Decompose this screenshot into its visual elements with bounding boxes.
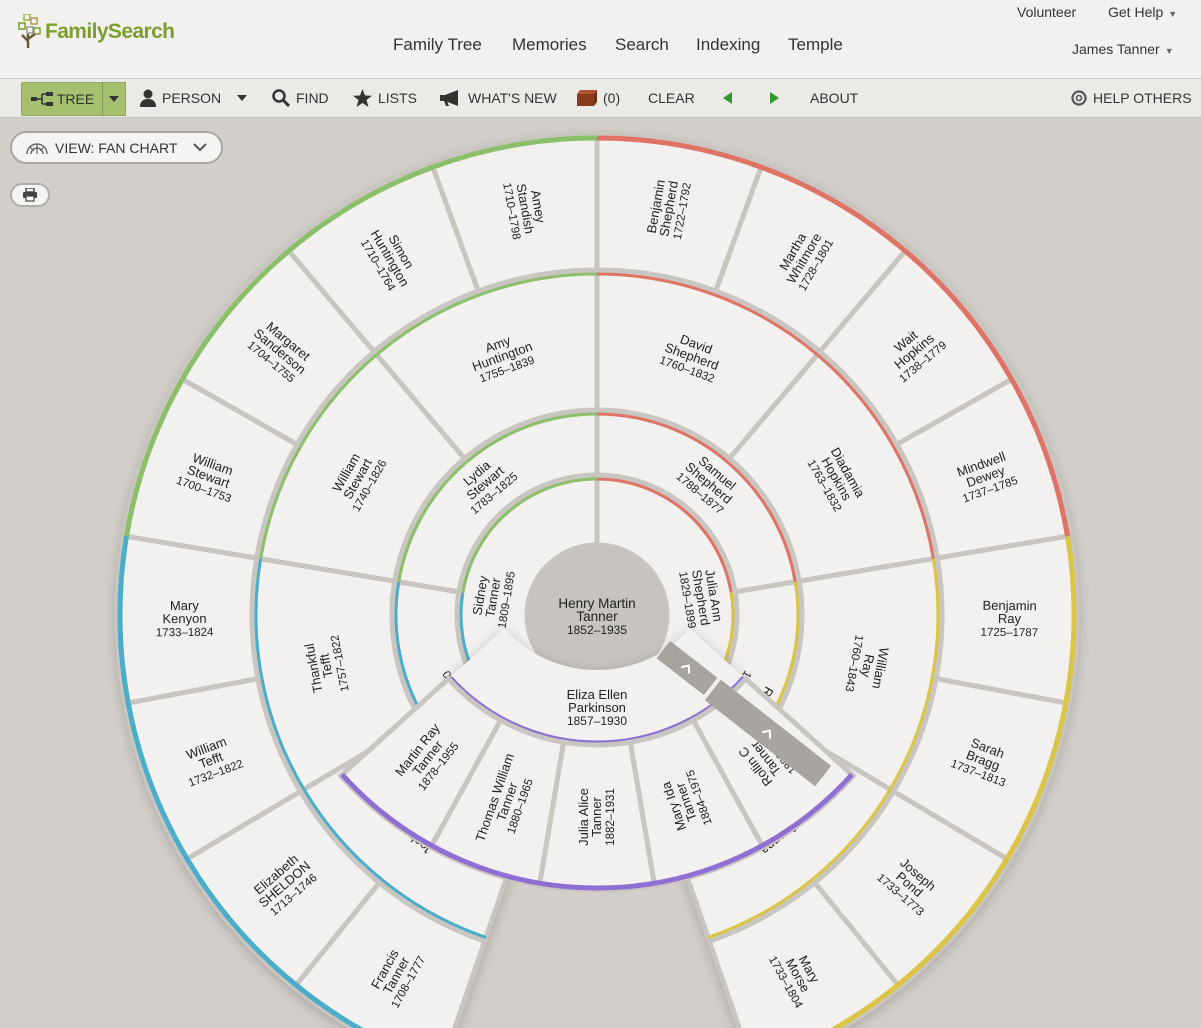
child-dates: 1882–1931 xyxy=(605,788,617,846)
megaphone-icon xyxy=(440,90,458,106)
nav-family-tree[interactable]: Family Tree xyxy=(393,35,482,55)
find-label: FIND xyxy=(296,90,329,106)
search-icon xyxy=(272,89,290,107)
site-header: FamilySearch Family Tree Memories Search… xyxy=(0,0,1201,78)
clear-button[interactable]: CLEAR xyxy=(648,79,695,117)
lists-label: LISTS xyxy=(378,90,417,106)
printer-icon xyxy=(23,188,37,202)
spouse-name: Parkinson xyxy=(568,700,626,715)
get-help-menu[interactable]: Get Help ▼ xyxy=(1108,4,1177,20)
forward-button[interactable] xyxy=(769,79,785,117)
chevron-down-icon: ▼ xyxy=(1168,9,1178,19)
logo-text: FamilySearch xyxy=(45,20,175,43)
print-button[interactable] xyxy=(10,183,50,207)
lists-button[interactable]: LISTS xyxy=(353,79,417,117)
find-button[interactable]: FIND xyxy=(272,79,329,117)
fan-chart-icon xyxy=(26,142,48,154)
arrow-left-icon xyxy=(723,92,732,104)
shoebox-count: (0) xyxy=(603,90,621,106)
chevron-down-icon: ▼ xyxy=(1164,46,1174,56)
help-others-label: HELP OTHERS xyxy=(1093,90,1192,106)
ancestor-name: Ray xyxy=(998,611,1022,626)
arrow-right-icon xyxy=(770,92,779,104)
star-icon xyxy=(353,89,372,107)
chevron-down-icon xyxy=(237,95,248,101)
child-name: Tanner xyxy=(589,796,604,836)
tree-toolbar: TREE PERSON FIND LISTS WHAT'S NEW (0) CL… xyxy=(0,78,1201,118)
about-button[interactable]: ABOUT xyxy=(810,79,858,117)
ancestor-dates: 1725–1787 xyxy=(981,627,1039,640)
nav-memories[interactable]: Memories xyxy=(512,35,587,55)
person-icon xyxy=(140,89,156,107)
tree-dropdown-button[interactable] xyxy=(102,82,126,116)
ancestor-cell[interactable]: BenjaminRay1725–1787 xyxy=(933,532,1080,707)
tree-structure-icon xyxy=(30,92,53,106)
lifebuoy-icon xyxy=(1071,90,1087,106)
familysearch-logo[interactable]: FamilySearch xyxy=(18,14,175,50)
view-label: VIEW: FAN CHART xyxy=(55,139,178,156)
nav-temple[interactable]: Temple xyxy=(788,35,843,55)
about-label: ABOUT xyxy=(810,90,859,106)
volunteer-link[interactable]: Volunteer xyxy=(1017,4,1076,20)
nav-search[interactable]: Search xyxy=(615,35,669,55)
person-label: PERSON xyxy=(162,90,222,106)
ancestor-name: Kenyon xyxy=(162,611,206,626)
chevron-down-icon xyxy=(193,143,207,152)
whats-new-button[interactable]: WHAT'S NEW xyxy=(440,79,557,117)
ancestor-dates: 1733–1824 xyxy=(156,627,214,640)
clear-label: CLEAR xyxy=(648,90,695,106)
nav-indexing[interactable]: Indexing xyxy=(696,35,760,55)
spouse-dates: 1857–1930 xyxy=(567,714,627,728)
whats-new-label: WHAT'S NEW xyxy=(468,90,557,106)
shoebox-button[interactable]: (0) xyxy=(577,79,620,117)
root-name: Tanner xyxy=(576,609,618,624)
view-selector[interactable]: VIEW: FAN CHART xyxy=(10,131,223,164)
shoebox-icon xyxy=(577,90,597,106)
person-menu[interactable]: PERSON xyxy=(140,79,253,117)
tree-label: TREE xyxy=(56,91,95,107)
back-button[interactable] xyxy=(723,79,739,117)
user-menu[interactable]: James Tanner ▼ xyxy=(1072,41,1174,57)
get-help-label: Get Help xyxy=(1108,4,1164,20)
root-dates: 1852–1935 xyxy=(567,623,627,637)
user-name: James Tanner xyxy=(1072,41,1160,57)
help-others-button[interactable]: HELP OTHERS xyxy=(1071,79,1192,117)
tree-button[interactable]: TREE xyxy=(21,82,104,116)
chevron-down-icon xyxy=(109,96,119,102)
ancestor-cell[interactable]: MaryKenyon1733–1824 xyxy=(114,532,261,707)
tree-logo-icon xyxy=(18,14,41,48)
